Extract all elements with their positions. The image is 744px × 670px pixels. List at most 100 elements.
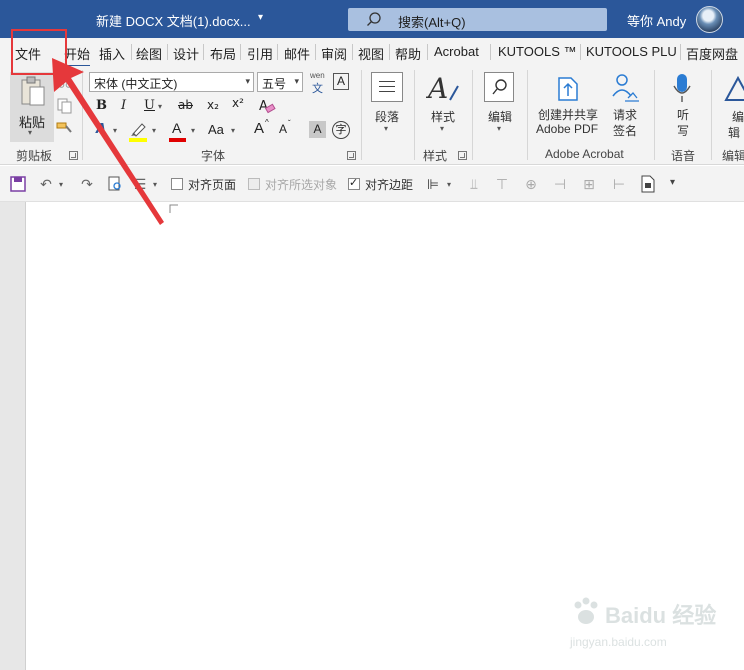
styles-icon: A	[426, 72, 459, 104]
chevron-down-icon: ▾	[294, 76, 299, 86]
align-top-icon: ⊤	[495, 176, 509, 192]
chevron-down-icon[interactable]: ▾	[113, 126, 117, 135]
tab-references[interactable]: 引用	[247, 44, 273, 63]
customize-toolbar-icon[interactable]: ▾	[670, 177, 675, 188]
tab-acrobat[interactable]: Acrobat	[434, 44, 479, 59]
enclose-char-button[interactable]: 字	[332, 121, 350, 139]
tab-kutools[interactable]: KUTOOLS ™	[498, 44, 577, 59]
paragraph-button[interactable]: 段落 ▾	[368, 70, 408, 142]
font-name-select[interactable]: 宋体 (中文正文) ▾	[89, 72, 254, 92]
chevron-down-icon[interactable]: ▾	[158, 102, 162, 111]
chevron-down-icon[interactable]: ▾	[152, 126, 156, 135]
search-placeholder: 搜索(Alt+Q)	[398, 15, 466, 30]
signature-icon	[612, 74, 639, 102]
underline-button[interactable]: U	[144, 98, 155, 113]
tab-mailings[interactable]: 邮件	[284, 44, 310, 63]
editor-label-1: 编	[732, 110, 744, 124]
chevron-down-icon[interactable]: ▾	[231, 126, 235, 135]
shrink-font-icon: ˇ	[288, 119, 291, 128]
tab-draw[interactable]: 绘图	[136, 44, 162, 63]
clear-formatting-icon[interactable]: A	[258, 97, 276, 115]
superscript-button[interactable]: x²	[232, 96, 244, 110]
group-separator	[361, 70, 362, 160]
tab-insert[interactable]: 插入	[99, 44, 125, 63]
font-color-letter: A	[172, 120, 182, 136]
align-right-icon: ⊣	[553, 176, 567, 192]
tab-review[interactable]: 审阅	[321, 44, 347, 63]
tab-help[interactable]: 帮助	[395, 44, 421, 63]
baidu-watermark: Baidu 经验 jingyan.baidu.com	[560, 590, 740, 660]
search-icon	[367, 12, 381, 26]
font-color-bar	[169, 138, 186, 142]
tab-separator	[680, 44, 681, 60]
chevron-down-icon[interactable]: ▾	[59, 180, 63, 189]
microphone-icon	[673, 74, 691, 102]
styles-button[interactable]: A 样式 ▾	[420, 70, 466, 142]
user-name[interactable]: 等你 Andy	[627, 11, 686, 30]
tab-layout[interactable]: 布局	[210, 44, 236, 63]
dictate-label-2: 写	[677, 124, 690, 138]
shrink-font-button[interactable]: A	[279, 122, 287, 136]
bold-button[interactable]: B	[96, 98, 107, 113]
strikethrough-button[interactable]: ab	[178, 98, 193, 112]
clipboard-launcher-icon[interactable]	[69, 151, 78, 160]
tab-design[interactable]: 设计	[173, 44, 199, 63]
left-margin-bar	[0, 202, 26, 670]
editing-button[interactable]: 编辑 ▾	[480, 70, 520, 142]
grow-font-button[interactable]: A	[254, 120, 264, 137]
cut-icon[interactable]	[58, 74, 72, 88]
grow-font-icon: ^	[265, 118, 269, 127]
align-page-checkbox[interactable]	[171, 178, 183, 190]
search-box[interactable]: 搜索(Alt+Q)	[348, 8, 607, 31]
tab-home[interactable]: 开始	[64, 44, 91, 67]
font-size-select[interactable]: 五号 ▾	[257, 72, 303, 92]
request-label-1: 请求	[613, 108, 638, 122]
tab-baidu-netdisk[interactable]: 百度网盘	[686, 44, 738, 63]
copy-icon[interactable]	[57, 98, 73, 114]
save-icon[interactable]	[10, 176, 26, 192]
subscript-button[interactable]: x₂	[207, 98, 219, 112]
text-effects-button[interactable]: A	[96, 122, 106, 137]
align-margin-checkbox[interactable]	[348, 176, 360, 190]
tab-separator	[203, 44, 204, 60]
document-icon[interactable]	[640, 175, 656, 193]
chevron-down-icon[interactable]: ▾	[447, 180, 451, 189]
paragraph-icon	[371, 72, 403, 102]
create-share-pdf-button[interactable]: 创建并共享 Adobe PDF	[533, 70, 605, 142]
chevron-down-icon[interactable]: ▾	[153, 180, 157, 189]
font-launcher-icon[interactable]	[347, 151, 356, 160]
align-page-label: 对齐页面	[188, 178, 237, 192]
pdf-share-icon	[558, 77, 578, 101]
change-case-button[interactable]: Aa	[208, 122, 224, 137]
watermark-brand: Baidu 经验	[605, 603, 717, 628]
acrobat-group-label: Adobe Acrobat	[545, 147, 624, 161]
tab-view[interactable]: 视图	[358, 44, 384, 63]
paste-button[interactable]: 粘贴 ▾	[10, 72, 54, 142]
undo-icon[interactable]: ↶	[37, 175, 55, 193]
char-shading-button[interactable]: A	[309, 121, 326, 138]
dictate-button[interactable]: 听 写	[662, 70, 702, 142]
highlight-button[interactable]	[129, 121, 149, 143]
char-border-button[interactable]: A	[333, 73, 349, 90]
chevron-down-icon[interactable]: ▾	[191, 126, 195, 135]
italic-button[interactable]: I	[121, 98, 126, 113]
title-dropdown-icon[interactable]: ▾	[258, 12, 263, 23]
phonetic-guide-button[interactable]: wen 文	[308, 71, 330, 95]
print-preview-icon[interactable]	[107, 176, 123, 192]
phonetic-char-text: 文	[312, 83, 323, 95]
editor-group-label: 编辑	[722, 149, 744, 163]
format-painter-icon[interactable]	[56, 121, 74, 137]
editor-label-2: 辑	[728, 126, 741, 140]
bullet-list-icon[interactable]: ☰	[131, 175, 149, 193]
editor-button[interactable]: 编 辑	[718, 70, 744, 142]
align-left-icon[interactable]: ⊫	[424, 175, 442, 193]
request-signature-button[interactable]: 请求 签名	[607, 70, 645, 142]
highlighter-icon	[131, 123, 146, 137]
watermark-url: jingyan.baidu.com	[570, 635, 667, 649]
tab-kutools-plus[interactable]: KUTOOLS PLU	[586, 44, 677, 59]
styles-launcher-icon[interactable]	[458, 151, 467, 160]
font-color-button[interactable]: A	[169, 120, 187, 142]
document-title[interactable]: 新建 DOCX 文档(1).docx...	[96, 11, 251, 30]
redo-icon[interactable]: ↷	[78, 175, 96, 193]
avatar[interactable]	[696, 6, 723, 33]
